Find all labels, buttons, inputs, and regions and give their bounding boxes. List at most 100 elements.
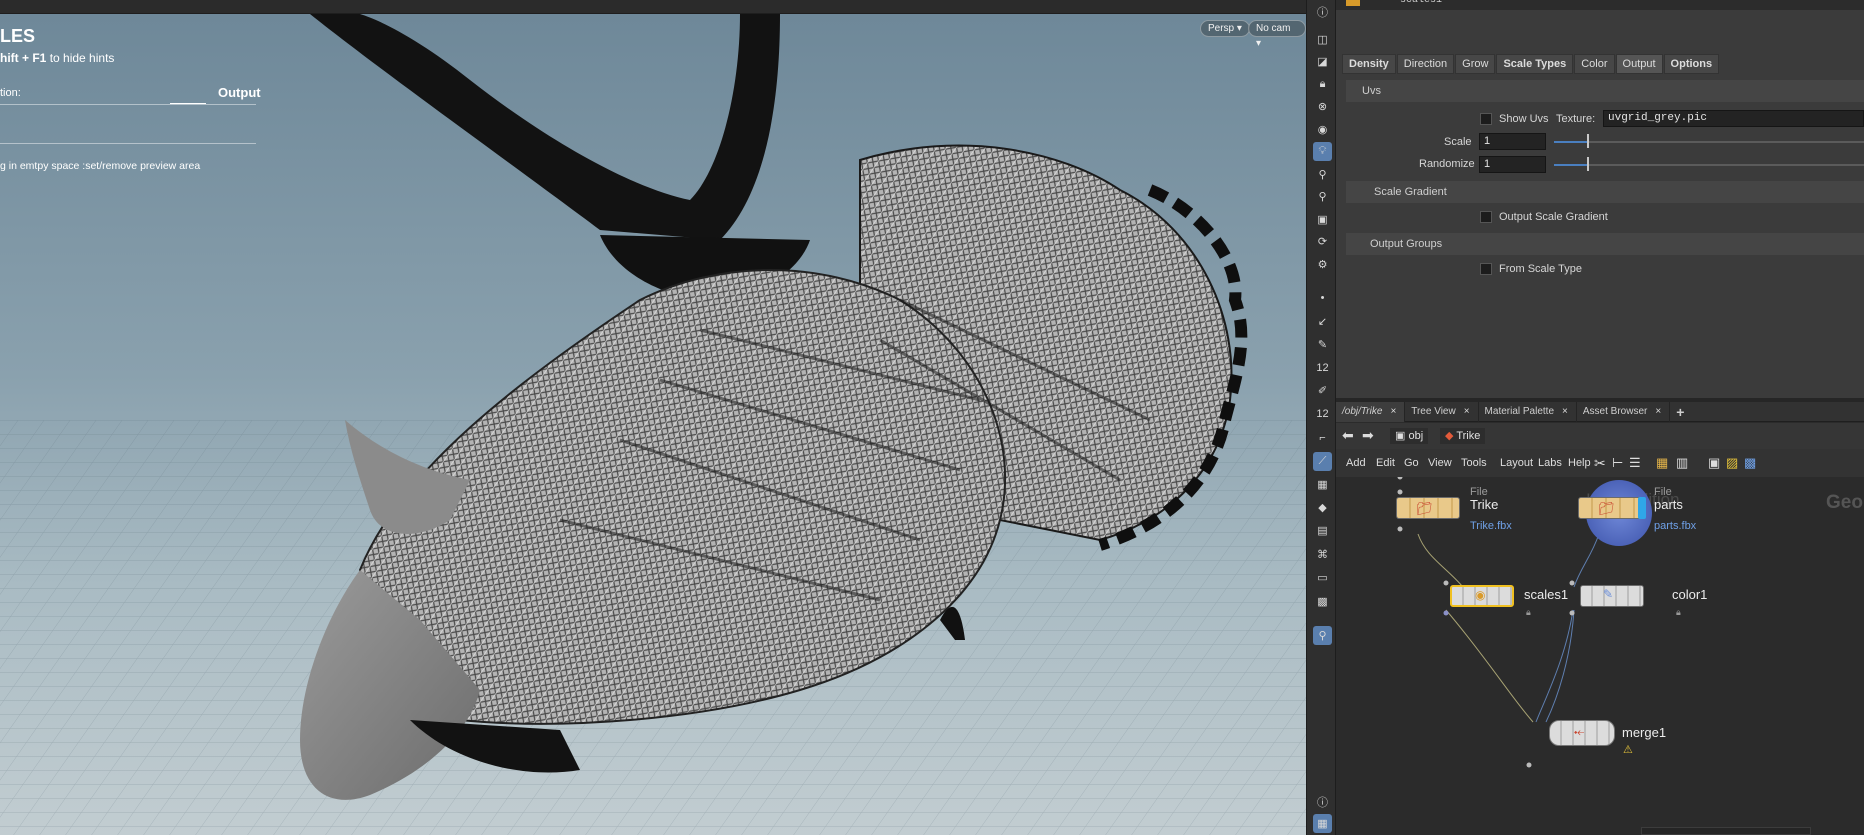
lock-icon[interactable]: 🔒︎ <box>1313 75 1332 94</box>
tile-view-icon[interactable]: ▥ <box>1676 455 1688 471</box>
hint-title: LES <box>0 26 36 46</box>
breadcrumb-trike[interactable]: ◆ Trike <box>1440 428 1486 444</box>
light-outline-icon[interactable]: ⚲ <box>1313 165 1332 184</box>
transform-icon[interactable]: ⟳ <box>1313 232 1332 251</box>
grid-view-icon[interactable]: ▦ <box>1656 455 1668 471</box>
help-icon[interactable]: ⓘ <box>1313 792 1332 811</box>
snap-icon[interactable]: ⚙ <box>1313 255 1332 274</box>
tab-grow[interactable]: Grow <box>1455 54 1496 74</box>
tab-obj-trike[interactable]: /obj/Trike × <box>1336 402 1406 422</box>
close-icon[interactable]: × <box>1390 406 1396 417</box>
forward-arrow-icon[interactable]: ➡ <box>1362 427 1374 444</box>
light-alt-icon[interactable]: ⚲ <box>1313 187 1332 206</box>
network-canvas[interactable]: Indie Edition Geo 📁︎ File Trike Trike.fb… <box>1336 477 1864 835</box>
list-icon[interactable]: ☰ <box>1629 455 1641 471</box>
pin-icon[interactable]: ⚲ <box>1313 626 1332 645</box>
layout-icon[interactable]: ▭ <box>1313 568 1332 587</box>
tab-material-palette[interactable]: Material Palette × <box>1479 402 1577 422</box>
output-scale-gradient-label: Output Scale Gradient <box>1499 211 1608 223</box>
texture-field[interactable]: uvgrid_grey.pic <box>1603 110 1864 127</box>
view-icon[interactable]: ◉ <box>1313 120 1332 139</box>
tree-icon[interactable]: ⊢ <box>1612 455 1623 471</box>
display-options-icon[interactable]: ◫ <box>1313 30 1332 49</box>
scale-field[interactable]: 1 <box>1479 133 1546 150</box>
close-icon[interactable]: ⊗ <box>1313 97 1332 116</box>
tab-obj-trike-label: /obj/Trike <box>1342 406 1383 417</box>
brush-icon[interactable]: ⟋ <box>1313 452 1332 471</box>
close-icon[interactable]: × <box>1562 406 1568 417</box>
menu-layout[interactable]: Layout <box>1500 457 1533 469</box>
from-scale-type-checkbox[interactable] <box>1480 263 1492 275</box>
lock-icon[interactable]: 🔒︎ <box>1526 607 1531 618</box>
section-uvs[interactable]: Uvs <box>1346 80 1864 102</box>
tab-scale-types[interactable]: Scale Types <box>1496 54 1574 74</box>
show-uvs-label: Show Uvs <box>1499 113 1549 125</box>
tab-direction[interactable]: Direction <box>1396 54 1455 74</box>
light-icon[interactable]: 💡︎ <box>1313 142 1332 161</box>
tab-color[interactable]: Color <box>1574 54 1615 74</box>
add-tab-button[interactable]: + <box>1670 402 1692 422</box>
merge-node-icon: ⤝ <box>1574 724 1585 739</box>
network-editor: /obj/Trike × Tree View × Material Palette ×… <box>1336 402 1864 835</box>
image-icon[interactable]: ▩ <box>1744 455 1756 471</box>
tab-asset-browser[interactable]: Asset Browser × <box>1577 402 1671 422</box>
lock-icon[interactable]: 🔒︎ <box>1676 607 1681 618</box>
tab-asset-browser-label: Asset Browser <box>1582 406 1648 417</box>
scale-slider-handle[interactable] <box>1587 134 1589 148</box>
back-arrow-icon[interactable]: ⬅ <box>1342 427 1354 444</box>
breadcrumb-obj-label: obj <box>1408 430 1424 442</box>
menu-go[interactable]: Go <box>1404 457 1419 469</box>
render-icon[interactable]: ▩ <box>1313 592 1332 611</box>
map-icon[interactable]: ▤ <box>1313 521 1332 540</box>
diamond-icon[interactable]: ◆ <box>1313 498 1332 517</box>
menu-tools[interactable]: Tools <box>1461 457 1487 469</box>
primitive-number-icon[interactable]: 12 <box>1313 404 1332 423</box>
breadcrumb-trike-label: Trike <box>1456 430 1481 442</box>
ruler-icon[interactable]: ⌐ <box>1313 428 1332 447</box>
close-icon[interactable]: × <box>1655 406 1661 417</box>
vertex-number-icon[interactable]: 12 <box>1313 358 1332 377</box>
pen-icon[interactable]: ✎ <box>1313 335 1332 354</box>
randomize-slider-handle[interactable] <box>1587 157 1589 171</box>
network-menu-bar: Add Edit Go View Tools Layout Labs Help … <box>1336 449 1864 477</box>
menu-labs[interactable]: Labs <box>1538 457 1562 469</box>
menu-view[interactable]: View <box>1428 457 1452 469</box>
tab-options[interactable]: Options <box>1663 54 1720 74</box>
tools-icon[interactable]: ✂ <box>1594 455 1606 472</box>
texture-icon[interactable]: ▦ <box>1313 475 1332 494</box>
close-icon[interactable]: × <box>1464 406 1470 417</box>
info-icon[interactable]: ⓘ <box>1313 2 1332 21</box>
color-node-icon: ✎ <box>1603 587 1614 601</box>
shading-icon[interactable]: ▣ <box>1313 210 1332 229</box>
scene-viewport[interactable]: Persp ▾ No cam ▾ LES hift + F1 to hide h… <box>0 0 1306 835</box>
point-icon[interactable]: • <box>1313 288 1332 307</box>
perspective-camera-menu[interactable]: Persp ▾ <box>1200 20 1250 37</box>
menu-edit[interactable]: Edit <box>1376 457 1395 469</box>
grid-layout-icon[interactable]: ▦ <box>1313 814 1332 833</box>
menu-help[interactable]: Help <box>1568 457 1591 469</box>
breadcrumb-obj[interactable]: ▣ obj <box>1390 428 1429 444</box>
viewport-side-toolbar: ⓘ ◫ ◪ 🔒︎ ⊗ ◉ 💡︎ ⚲ ⚲ ▣ ⟳ ⚙ • ↙ ✎ 12 ✐ 12 … <box>1306 0 1336 835</box>
panel-icon[interactable]: ▣ <box>1708 455 1720 471</box>
tab-tree-view[interactable]: Tree View × <box>1405 402 1479 422</box>
menu-add[interactable]: Add <box>1346 457 1366 469</box>
normal-icon[interactable]: ↙ <box>1313 312 1332 331</box>
note-icon[interactable]: ▨ <box>1726 455 1738 471</box>
node-name-field[interactable]: scales1 <box>1400 0 1442 6</box>
paint-icon[interactable]: ✐ <box>1313 381 1332 400</box>
warning-icon[interactable]: ⚠ <box>1623 743 1633 756</box>
camera-icon[interactable]: ◪ <box>1313 52 1332 71</box>
randomize-field[interactable]: 1 <box>1479 156 1546 173</box>
scale-slider[interactable] <box>1554 141 1864 143</box>
camera-select-menu[interactable]: No cam ▾ <box>1248 20 1306 49</box>
section-output-groups[interactable]: Output Groups <box>1346 233 1864 255</box>
node-parts-display-flag[interactable] <box>1638 497 1646 519</box>
link-icon[interactable]: ⌘ <box>1313 545 1332 564</box>
canvas-overview-bar[interactable] <box>1641 827 1811 835</box>
output-scale-gradient-checkbox[interactable] <box>1480 211 1492 223</box>
show-uvs-checkbox[interactable] <box>1480 113 1492 125</box>
randomize-slider[interactable] <box>1554 164 1864 166</box>
tab-density[interactable]: Density <box>1342 54 1396 74</box>
section-scale-gradient[interactable]: Scale Gradient <box>1346 181 1864 203</box>
tab-output[interactable]: Output <box>1615 54 1663 74</box>
